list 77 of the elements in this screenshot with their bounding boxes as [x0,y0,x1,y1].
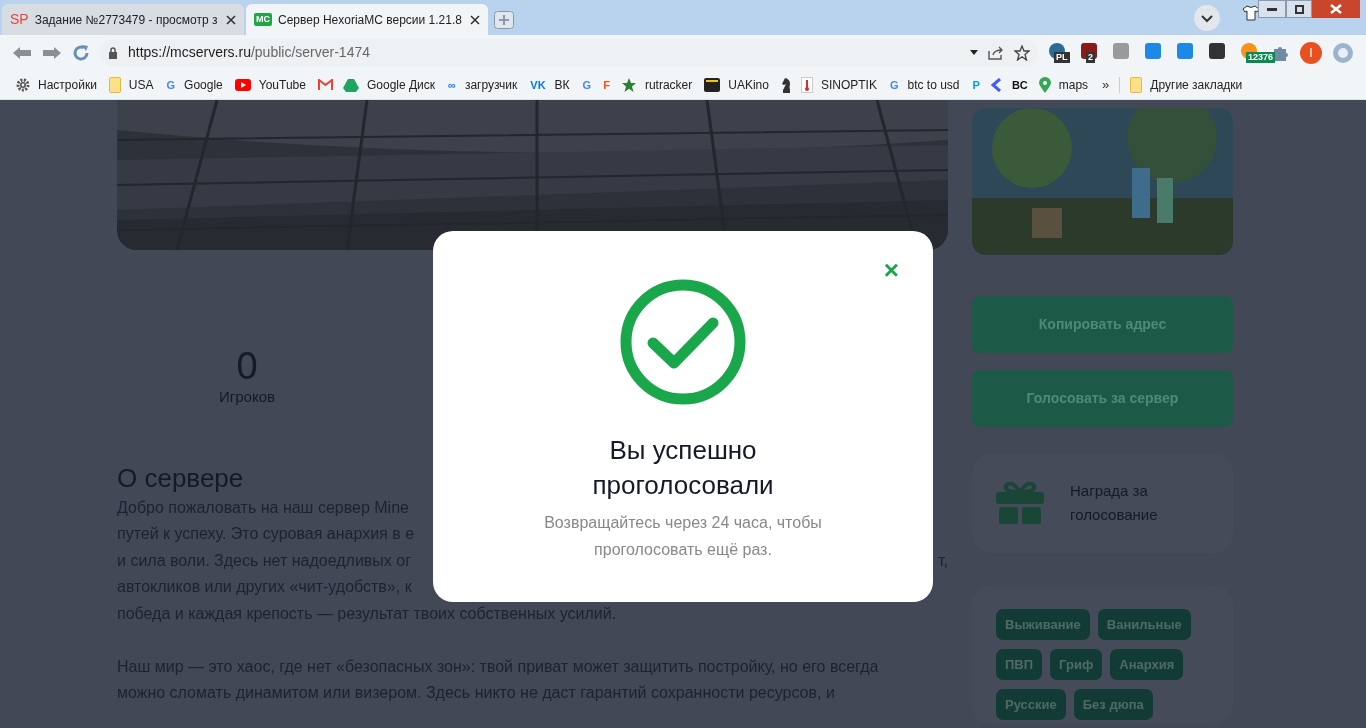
favicon: SP [10,10,29,29]
folder-icon [1130,76,1143,93]
bookmark[interactable]: maps [1036,72,1091,97]
bookmark[interactable]: Другие закладки [1130,75,1243,94]
bookmark-label: Другие закладки [1150,76,1243,94]
tab-title: Задание №2773479 - просмотр з [34,11,219,29]
bookmark-label: maps [1058,76,1089,94]
badge: PL [1054,51,1070,63]
bookmark[interactable]: Настройки [14,72,99,97]
bookmark-label: загрузчик [464,76,518,94]
folder-icon [108,76,121,93]
address-bar[interactable]: https://mcservers.ru/public/server-1474 [100,38,1038,67]
clapperboard-icon [704,77,721,92]
bookmark[interactable]: BC [1008,72,1031,97]
back-icon[interactable] [12,45,32,60]
favicon: MC [254,12,272,27]
bookmark-label: YouTube [258,76,306,94]
mail-icon [317,79,333,90]
browser-tab[interactable]: SP Задание №2773479 - просмотр з [2,4,244,35]
bookmark-label: SINOPTIK [820,76,877,94]
bookmark-label: ВК [554,76,570,94]
check-circle-icon [620,279,746,405]
bookmark-label: UAKino [728,76,769,94]
chevron-down-icon[interactable] [1194,5,1220,31]
restore-button[interactable] [1286,0,1312,18]
thermometer-icon [800,76,813,93]
dropdown-icon[interactable] [970,50,978,55]
profile-avatar[interactable]: I [1300,41,1322,64]
letter-icon: G [581,77,593,92]
reload-icon[interactable] [72,43,90,62]
chevron-icon [990,77,1001,92]
bookmark[interactable]: G Google [163,72,225,97]
dialog-title: Вы успешно проголосовали [591,434,775,502]
letter-icon: P [971,77,981,92]
bookmark[interactable]: Google Диск [340,72,438,97]
badge: 12376 [1246,51,1276,63]
play-icon [234,78,251,91]
url-text: https://mcservers.ru/public/server-1474 [128,43,370,62]
browser-tab[interactable]: MC Сервер HexoriaMC версии 1.21.8 [246,4,488,35]
bookmark[interactable]: ∞ загрузчик [445,72,520,97]
bookmark-label: rutracker [644,76,693,94]
star-icon [620,76,637,93]
bookmark[interactable]: UAKino [702,72,771,97]
share-icon[interactable] [988,45,1004,60]
letter-icon: ∞ [447,77,457,92]
bookmark-label: USA [128,76,154,94]
badge: 2 [1086,51,1095,63]
bookmark[interactable]: USA [106,72,156,97]
close-icon[interactable] [470,14,480,25]
shirt-icon[interactable] [1242,5,1260,21]
gear-icon [16,77,30,92]
letter-icon: G [888,77,900,92]
bookmark-label: Настройки [38,76,97,94]
bookmark[interactable]: rutracker [618,72,695,97]
chess-knight-icon [780,76,791,93]
close-window-button[interactable] [1312,0,1360,18]
bookmark[interactable]: VK ВК [527,72,572,97]
more-bookmarks-button[interactable]: » [1102,74,1110,95]
map-pin-icon [1038,76,1051,93]
letter-icon: BC [1010,77,1029,92]
letter-icon: G [165,77,177,92]
minimize-button[interactable] [1258,0,1286,18]
bookmark-label: btc to usd [907,76,960,94]
letter-icon: VK [529,77,547,92]
star-icon[interactable] [1014,44,1030,61]
bookmark[interactable]: G btc to usd [886,72,962,97]
bookmark[interactable]: YouTube [232,72,308,97]
gift-icon [996,482,1044,524]
tab-title: Сервер HexoriaMC версии 1.21.8 [278,11,463,29]
bookmark[interactable]: SINOPTIK [798,72,879,97]
dialog-message: Возвращайтесь через 24 часа, чтобы проголосовать ещё раз. [543,513,823,560]
lock-icon [108,46,118,59]
bookmark-label: Google [184,76,223,94]
bookmark-label: Google Диск [366,76,436,94]
letter-icon: F [602,77,611,92]
close-icon[interactable] [226,14,236,25]
forward-icon[interactable] [42,45,62,60]
